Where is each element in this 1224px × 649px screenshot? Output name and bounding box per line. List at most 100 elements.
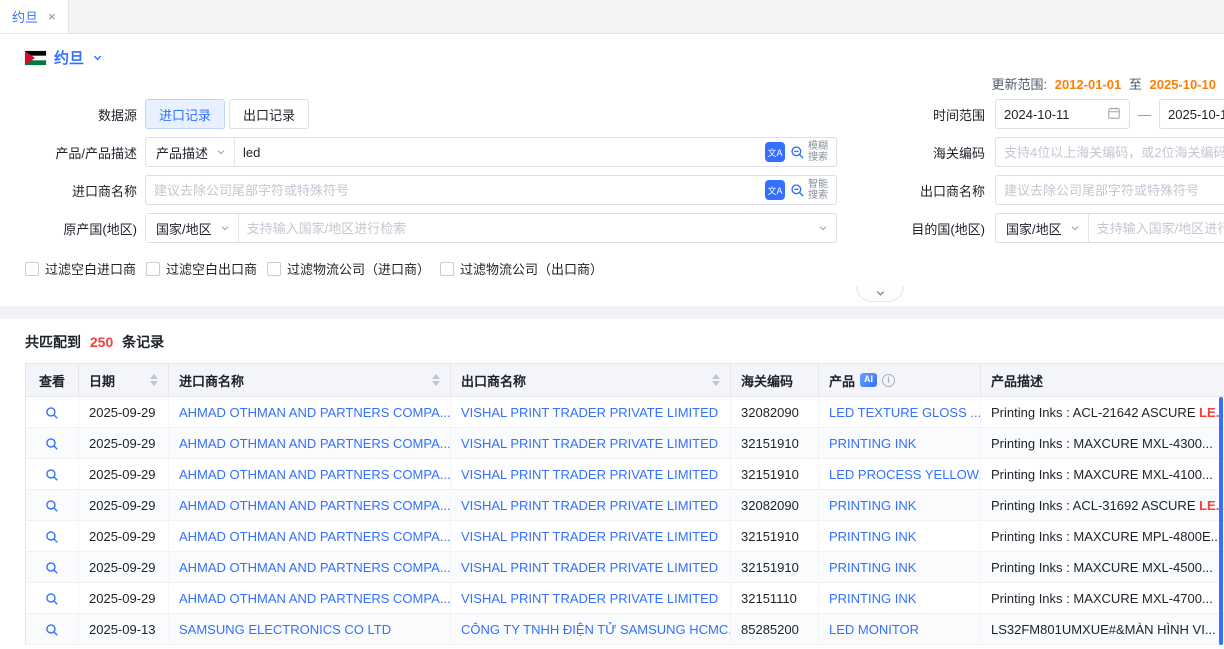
date-to-value: 2025-10-10 bbox=[1168, 107, 1224, 122]
row-product-desc: Printing Inks : MAXCURE MXL-4700... bbox=[991, 591, 1213, 606]
importer-name-input[interactable] bbox=[146, 177, 761, 203]
tab-close-icon[interactable]: × bbox=[48, 10, 56, 23]
origin-country-group: 国家/地区 bbox=[145, 213, 837, 243]
update-range-start: 2012-01-01 bbox=[1055, 77, 1122, 92]
importer-link[interactable]: AHMAD OTHMAN AND PARTNERS COMPA... bbox=[179, 529, 451, 544]
exporter-link[interactable]: VISHAL PRINT TRADER PRIVATE LIMITED bbox=[461, 498, 718, 513]
date-from-picker[interactable]: 2024-10-11 bbox=[995, 99, 1130, 129]
sort-exporter-button[interactable] bbox=[712, 374, 720, 386]
product-link[interactable]: PRINTING INK bbox=[829, 591, 916, 606]
importer-link[interactable]: AHMAD OTHMAN AND PARTNERS COMPA... bbox=[179, 436, 451, 451]
importer-link[interactable]: AHMAD OTHMAN AND PARTNERS COMPA... bbox=[179, 498, 451, 513]
product-link[interactable]: PRINTING INK bbox=[829, 560, 916, 575]
importer-link[interactable]: AHMAD OTHMAN AND PARTNERS COMPA... bbox=[179, 560, 451, 575]
sort-importer-button[interactable] bbox=[432, 374, 440, 386]
product-link[interactable]: PRINTING INK bbox=[829, 436, 916, 451]
summary-prefix: 共匹配到 bbox=[25, 334, 81, 350]
exporter-link[interactable]: VISHAL PRINT TRADER PRIVATE LIMITED bbox=[461, 436, 718, 451]
magnifier-icon[interactable] bbox=[45, 530, 59, 544]
update-range-to-word: 至 bbox=[1129, 77, 1142, 92]
exporter-link[interactable]: VISHAL PRINT TRADER PRIVATE LIMITED bbox=[461, 467, 718, 482]
checkbox-filter-logistics-exporter[interactable]: 过滤物流公司（出口商） bbox=[440, 259, 603, 278]
destination-country-select[interactable]: 国家/地区 bbox=[996, 214, 1089, 242]
checkbox-filter-logistics-importer[interactable]: 过滤物流公司（进口商） bbox=[267, 259, 430, 278]
product-link[interactable]: PRINTING INK bbox=[829, 529, 916, 544]
destination-label: 目的国(地区) bbox=[837, 219, 985, 238]
results-table: 查看 日期 进口商名称 出口商名称 海关编码 产品 AI i 产品描述 2025… bbox=[25, 363, 1224, 645]
fuzzy-search-button[interactable]: 模糊搜索 bbox=[790, 141, 830, 163]
translate-icon[interactable]: 文A bbox=[765, 180, 785, 200]
exporter-link[interactable]: VISHAL PRINT TRADER PRIVATE LIMITED bbox=[461, 560, 718, 575]
importer-link[interactable]: AHMAD OTHMAN AND PARTNERS COMPA... bbox=[179, 467, 451, 482]
checkbox-filter-blank-importer[interactable]: 过滤空白进口商 bbox=[25, 259, 136, 278]
chevron-down-icon[interactable] bbox=[92, 52, 103, 63]
row-product-desc: Printing Inks : MAXCURE MXL-4300... bbox=[991, 436, 1213, 451]
importer-link[interactable]: AHMAD OTHMAN AND PARTNERS COMPA... bbox=[179, 591, 451, 606]
exporter-link[interactable]: VISHAL PRINT TRADER PRIVATE LIMITED bbox=[461, 591, 718, 606]
row-hs-code: 32151910 bbox=[741, 467, 799, 482]
checkbox-icon[interactable] bbox=[267, 262, 281, 276]
magnifier-icon[interactable] bbox=[45, 468, 59, 482]
results-table-body: 2025-09-29 AHMAD OTHMAN AND PARTNERS COMP… bbox=[26, 397, 1224, 645]
date-to-picker[interactable]: 2025-10-10 bbox=[1159, 99, 1224, 129]
row-hs-code: 32151910 bbox=[741, 529, 799, 544]
row-date: 2025-09-29 bbox=[89, 560, 156, 575]
update-range: 更新范围: 2012-01-01 至 2025-10-10 bbox=[0, 74, 1224, 99]
results-count: 250 bbox=[90, 334, 113, 350]
magnifier-icon[interactable] bbox=[45, 623, 59, 637]
export-records-tab[interactable]: 出口记录 bbox=[229, 99, 309, 129]
magnifier-icon[interactable] bbox=[45, 437, 59, 451]
magnifier-icon[interactable] bbox=[45, 406, 59, 420]
product-link[interactable]: LED TEXTURE GLOSS ... bbox=[829, 405, 981, 420]
row-hs-code: 85285200 bbox=[741, 622, 799, 637]
calendar-icon bbox=[1107, 106, 1121, 123]
exporter-name-input[interactable] bbox=[996, 177, 1224, 203]
translate-icon[interactable]: 文A bbox=[765, 142, 785, 162]
table-row: 2025-09-29AHMAD OTHMAN AND PARTNERS COMP… bbox=[26, 428, 1224, 459]
importer-link[interactable]: AHMAD OTHMAN AND PARTNERS COMPA... bbox=[179, 405, 451, 420]
chevron-down-icon bbox=[875, 288, 886, 299]
tab-jordan[interactable]: 约旦 × bbox=[0, 0, 69, 33]
datasource-label: 数据源 bbox=[25, 105, 137, 124]
checkbox-filter-blank-exporter[interactable]: 过滤空白出口商 bbox=[146, 259, 257, 278]
destination-country-input[interactable] bbox=[1089, 215, 1224, 241]
table-row: 2025-09-29AHMAD OTHMAN AND PARTNERS COMP… bbox=[26, 490, 1224, 521]
sort-date-button[interactable] bbox=[150, 374, 158, 386]
product-link[interactable]: LED MONITOR bbox=[829, 622, 919, 637]
destination-country-group: 国家/地区 bbox=[995, 213, 1224, 243]
checkbox-icon[interactable] bbox=[25, 262, 39, 276]
hs-code-label: 海关编码 bbox=[837, 143, 985, 162]
magnifier-icon[interactable] bbox=[45, 592, 59, 606]
magnifier-icon[interactable] bbox=[45, 499, 59, 513]
checkbox-icon[interactable] bbox=[440, 262, 454, 276]
exporter-link[interactable]: VISHAL PRINT TRADER PRIVATE LIMITED bbox=[461, 529, 718, 544]
import-records-tab[interactable]: 进口记录 bbox=[145, 99, 225, 129]
exporter-link[interactable]: VISHAL PRINT TRADER PRIVATE LIMITED bbox=[461, 405, 718, 420]
hs-code-input[interactable] bbox=[996, 139, 1224, 165]
row-date: 2025-09-29 bbox=[89, 529, 156, 544]
row-date: 2025-09-29 bbox=[89, 591, 156, 606]
tab-bar: 约旦 × bbox=[0, 0, 1224, 34]
smart-search-button[interactable]: 智能搜索 bbox=[790, 179, 830, 201]
product-link[interactable]: PRINTING INK bbox=[829, 498, 916, 513]
smart-search-label: 智能搜索 bbox=[808, 179, 830, 201]
importer-link[interactable]: SAMSUNG ELECTRONICS CO LTD bbox=[179, 622, 391, 637]
chevron-down-icon[interactable] bbox=[810, 223, 836, 233]
product-keyword-input[interactable] bbox=[235, 139, 761, 165]
jordan-flag-icon bbox=[25, 51, 46, 65]
importer-label: 进口商名称 bbox=[25, 181, 137, 200]
product-link[interactable]: LED PROCESS YELLOW... bbox=[829, 467, 981, 482]
origin-country-select[interactable]: 国家/地区 bbox=[146, 214, 239, 242]
checkbox-icon[interactable] bbox=[146, 262, 160, 276]
row-product-desc: LS32FM801UMXUE#&MÀN HÌNH VI... bbox=[991, 622, 1216, 637]
product-field-select[interactable]: 产品描述 bbox=[146, 138, 235, 166]
origin-country-input[interactable] bbox=[239, 215, 810, 241]
exporter-link[interactable]: CÔNG TY TNHH ĐIỆN TỬ SAMSUNG HCMC... bbox=[461, 622, 731, 637]
magnifier-icon[interactable] bbox=[45, 561, 59, 575]
date-range-separator: — bbox=[1138, 107, 1151, 122]
info-icon[interactable]: i bbox=[882, 374, 895, 387]
table-row: 2025-09-29AHMAD OTHMAN AND PARTNERS COMP… bbox=[26, 397, 1224, 428]
collapse-search-panel-button[interactable] bbox=[856, 286, 904, 302]
table-row: 2025-09-13SAMSUNG ELECTRONICS CO LTDCÔNG… bbox=[26, 614, 1224, 645]
vertical-scrollbar-thumb[interactable] bbox=[1219, 397, 1223, 645]
